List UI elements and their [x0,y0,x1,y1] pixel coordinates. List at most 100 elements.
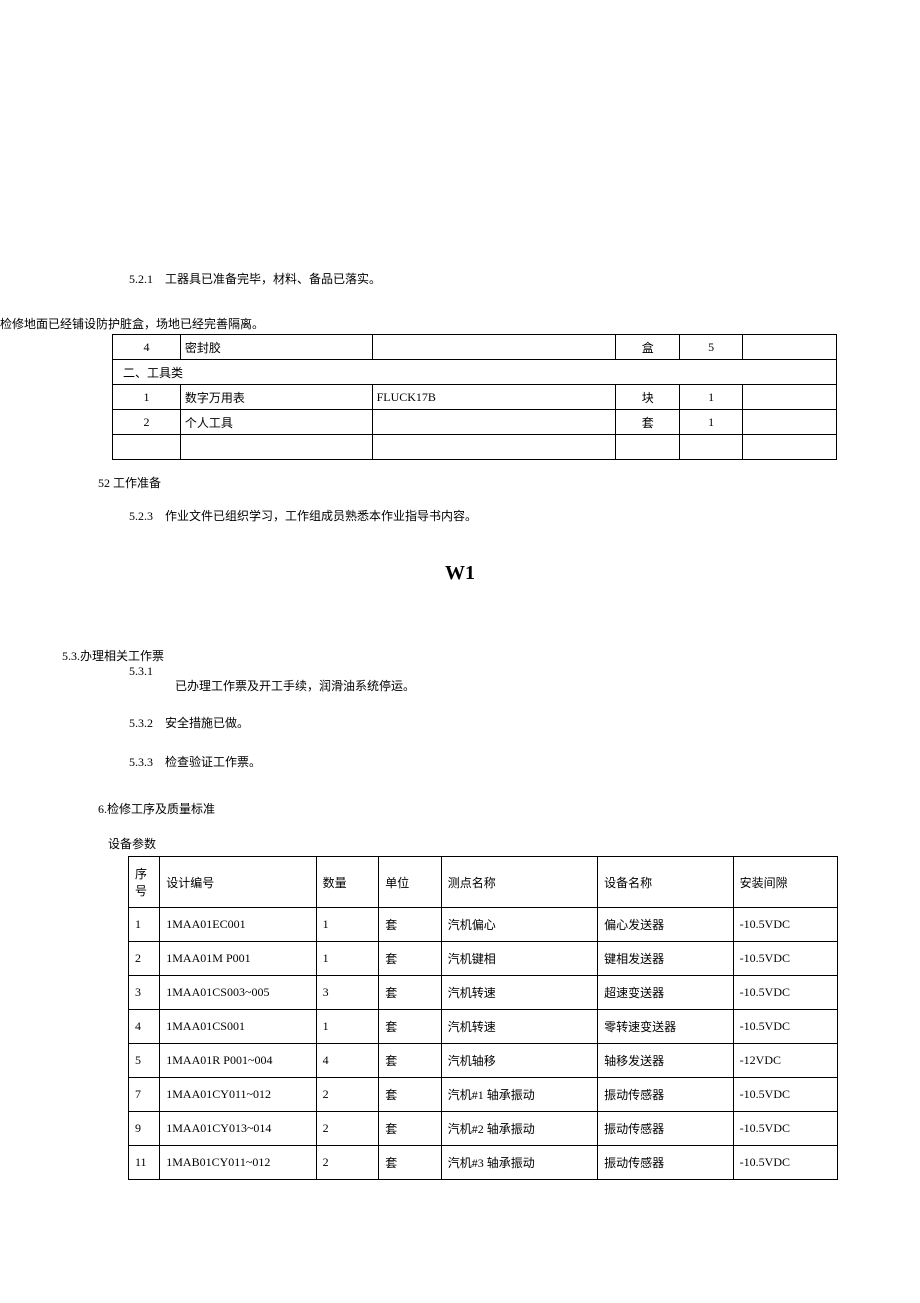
cell: 汽机转速 [441,1010,597,1044]
cell: 1MAA01M P001 [160,942,316,976]
cell: 2 [316,1078,379,1112]
cell: 1MAA01R P001~004 [160,1044,316,1078]
cell: 2 [113,410,181,435]
cell: 1 [316,942,379,976]
cell: 3 [129,976,160,1010]
header-gap: 安装间隙 [733,857,837,908]
cell: 1MAA01CY013~014 [160,1112,316,1146]
cell [743,410,837,435]
cell [743,435,837,460]
cell: 1 [316,1010,379,1044]
table-row: 11MAA01EC0011套汽机偏心偏心发送器-10.5VDC [129,908,838,942]
line-5-3-3: 5.3.3 检查验证工作票。 [0,753,920,770]
line-5-3-2: 5.3.2 安全措施已做。 [0,714,920,731]
cell: 振动传感器 [598,1146,734,1180]
table-row: 91MAA01CY013~0142套汽机#2 轴承振动振动传感器-10.5VDC [129,1112,838,1146]
cell: 振动传感器 [598,1112,734,1146]
cell: 汽机#2 轴承振动 [441,1112,597,1146]
header-seq: 序号 [129,857,160,908]
cell: 1MAA01CS003~005 [160,976,316,1010]
cell: 超速变送器 [598,976,734,1010]
cell: -10.5VDC [733,1112,837,1146]
cell: 1 [680,410,743,435]
cell: -10.5VDC [733,1010,837,1044]
cell: 汽机键相 [441,942,597,976]
section-row: 二、工具类 [113,360,837,385]
cell: -10.5VDC [733,1078,837,1112]
cell [372,435,616,460]
cell: 套 [379,942,442,976]
table-row: 31MAA01CS003~0053套汽机转速超速变送器-10.5VDC [129,976,838,1010]
cell [372,410,616,435]
header-point: 测点名称 [441,857,597,908]
cell [180,435,372,460]
cell: 1 [316,908,379,942]
cell: 1MAA01EC001 [160,908,316,942]
cell: 套 [379,1112,442,1146]
cell: 4 [113,335,181,360]
cell: -10.5VDC [733,976,837,1010]
cell: 轴移发送器 [598,1044,734,1078]
cell: 4 [129,1010,160,1044]
cell: 5 [680,335,743,360]
header-device: 设备名称 [598,857,734,908]
table-row: 2 个人工具 套 1 [113,410,837,435]
table-row [113,435,837,460]
cell: 1MAA01CY011~012 [160,1078,316,1112]
section-6-heading: 6.检修工序及质量标准 [0,800,920,817]
cell: 2 [316,1146,379,1180]
section-header: 二、工具类 [113,360,837,385]
cell: -10.5VDC [733,1146,837,1180]
cell: 2 [129,942,160,976]
cell: 汽机偏心 [441,908,597,942]
cell: 个人工具 [180,410,372,435]
cell: 4 [316,1044,379,1078]
cell: 套 [379,976,442,1010]
cell: 密封胶 [180,335,372,360]
table-row: 41MAA01CS0011套汽机转速零转速变送器-10.5VDC [129,1010,838,1044]
header-qty: 数量 [316,857,379,908]
params-heading: 设备参数 [0,835,920,852]
cell: 5 [129,1044,160,1078]
cell: FLUCK17B [372,385,616,410]
cell: 11 [129,1146,160,1180]
cell [113,435,181,460]
cell [372,335,616,360]
cell: 1 [129,908,160,942]
cell: 偏心发送器 [598,908,734,942]
cell: 套 [379,1010,442,1044]
cell: -10.5VDC [733,942,837,976]
cell: 1MAA01CS001 [160,1010,316,1044]
header-unit: 单位 [379,857,442,908]
line-5-2-1: 5.2.1 工器具已准备完毕，材料、备品已落实。 [0,270,920,287]
cell: 套 [616,410,680,435]
cell: -10.5VDC [733,908,837,942]
cell [743,335,837,360]
line-5-2-3: 5.2.3 作业文件已组织学习，工作组成员熟悉本作业指导书内容。 [0,507,920,524]
table-row: 51MAA01R P001~0044套汽机轴移轴移发送器-12VDC [129,1044,838,1078]
cell: 汽机轴移 [441,1044,597,1078]
tools-table: 4 密封胶 盒 5 二、工具类 1 数字万用表 FLUCK17B 块 1 2 个… [112,334,837,460]
heading-w1: W1 [0,562,920,585]
table-header-row: 序号 设计编号 数量 单位 测点名称 设备名称 安装间隙 [129,857,838,908]
cell: 汽机#3 轴承振动 [441,1146,597,1180]
cell: 套 [379,1078,442,1112]
table-row: 21MAA01M P0011套汽机键相键相发送器-10.5VDC [129,942,838,976]
cell: 汽机转速 [441,976,597,1010]
table-row: 1 数字万用表 FLUCK17B 块 1 [113,385,837,410]
cell: 键相发送器 [598,942,734,976]
cell [680,435,743,460]
table-row: 71MAA01CY011~0122套汽机#1 轴承振动振动传感器-10.5VDC [129,1078,838,1112]
equipment-params-table: 序号 设计编号 数量 单位 测点名称 设备名称 安装间隙 11MAA01EC00… [128,856,838,1180]
cell: 9 [129,1112,160,1146]
cell: 2 [316,1112,379,1146]
cell: 套 [379,908,442,942]
line-5-3-1b: 已办理工作票及开工手续，润滑油系统停运。 [0,677,920,694]
cell: 块 [616,385,680,410]
line-5-3: 5.3.办理相关工作票 [0,647,920,664]
line-52: 52 工作准备 [0,474,920,491]
cell: 7 [129,1078,160,1112]
cell: 套 [379,1146,442,1180]
line-overlap: 检修地面已经铺设防护脏盒，场地已经完善隔离。 [0,315,920,332]
table-row: 4 密封胶 盒 5 [113,335,837,360]
